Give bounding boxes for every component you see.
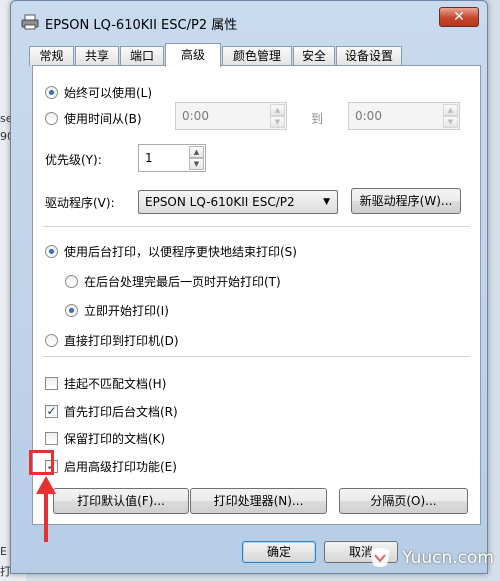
- start-after-last-page-radio[interactable]: [65, 275, 78, 288]
- watermark-logo-icon: [369, 548, 390, 567]
- to-time-field[interactable]: 0:00 ▲ ▼: [348, 102, 460, 130]
- tab-security[interactable]: 安全: [293, 46, 335, 66]
- tab-sharing[interactable]: 共享: [75, 46, 119, 66]
- from-time-field[interactable]: 0:00 ▲ ▼: [175, 102, 287, 130]
- spool-label: 使用后台打印，以便程序更快地结束打印(S): [64, 245, 297, 259]
- spin-up-icon[interactable]: ▲: [189, 146, 204, 158]
- spool-option[interactable]: 使用后台打印，以便程序更快地结束打印(S): [45, 243, 297, 260]
- divider: [43, 356, 470, 357]
- tab-color-management[interactable]: 颜色管理: [222, 46, 292, 66]
- annotation-highlight-box: [29, 450, 54, 475]
- spin-up-icon[interactable]: ▲: [270, 104, 285, 116]
- priority-label: 优先级(Y):: [45, 153, 102, 167]
- hold-mismatched-option[interactable]: 挂起不匹配文档(H): [45, 375, 166, 392]
- keep-printed-label: 保留打印的文档(K): [64, 432, 166, 446]
- driver-label: 驱动程序(V):: [45, 196, 115, 210]
- watermark: Yuucn.com: [367, 547, 494, 569]
- from-time-value: 0:00: [182, 109, 209, 123]
- close-icon: ✕: [453, 9, 465, 25]
- spooled-first-checkbox[interactable]: ✓: [45, 405, 58, 418]
- available-from-label: 使用时间从(B): [64, 112, 142, 126]
- watermark-text: Yuucn.com: [402, 548, 494, 568]
- spin-down-icon[interactable]: ▼: [189, 158, 204, 170]
- printer-icon: [21, 14, 39, 30]
- spool-radio[interactable]: [45, 245, 58, 258]
- printer-properties-dialog: EPSON LQ-610KII ESC/P2 属性 ✕ 常规 共享 端口 高级 …: [10, 0, 488, 574]
- close-button[interactable]: ✕: [439, 7, 479, 27]
- start-after-last-page-label: 在后台处理完最后一页时开始打印(T): [84, 275, 281, 289]
- keep-printed-option[interactable]: 保留打印的文档(K): [45, 430, 165, 447]
- available-from-option[interactable]: 使用时间从(B): [45, 110, 142, 127]
- hold-mismatched-label: 挂起不匹配文档(H): [64, 377, 167, 391]
- tab-advanced[interactable]: 高级: [165, 43, 221, 67]
- tab-device-settings[interactable]: 设备设置: [336, 46, 402, 66]
- print-direct-radio[interactable]: [45, 334, 58, 347]
- priority-value: 1: [145, 151, 153, 165]
- start-immediately-radio[interactable]: [65, 304, 78, 317]
- spooled-first-label: 首先打印后台文档(R): [64, 405, 178, 419]
- new-driver-button[interactable]: 新驱动程序(W)...: [351, 188, 461, 214]
- annotation-arrow-shaft: [44, 490, 48, 542]
- spin-down-icon[interactable]: ▼: [270, 116, 285, 128]
- driver-selected-value: EPSON LQ-610KII ESC/P2: [145, 195, 295, 209]
- title-bar[interactable]: EPSON LQ-610KII ESC/P2 属性 ✕: [11, 1, 487, 39]
- tab-ports[interactable]: 端口: [120, 46, 164, 66]
- available-from-radio[interactable]: [45, 112, 58, 125]
- to-time-value: 0:00: [355, 109, 382, 123]
- printing-defaults-button[interactable]: 打印默认值(F)...: [53, 488, 189, 514]
- keep-printed-checkbox[interactable]: [45, 432, 58, 445]
- always-available-label: 始终可以使用(L): [64, 86, 153, 100]
- separator-page-button[interactable]: 分隔页(O)...: [339, 488, 468, 514]
- spin-down-icon[interactable]: ▼: [443, 116, 458, 128]
- hold-mismatched-checkbox[interactable]: [45, 377, 58, 390]
- tab-general[interactable]: 常规: [29, 46, 74, 66]
- ok-button[interactable]: 确定: [242, 541, 316, 563]
- print-processor-button[interactable]: 打印处理器(N)...: [190, 488, 327, 514]
- priority-spinner[interactable]: ▲ ▼: [189, 146, 204, 170]
- print-direct-label: 直接打印到打印机(D): [64, 334, 179, 348]
- window-title: EPSON LQ-610KII ESC/P2 属性: [45, 18, 238, 33]
- background-text: E: [0, 545, 7, 558]
- to-time-spinner[interactable]: ▲ ▼: [443, 104, 458, 128]
- divider: [43, 226, 470, 227]
- start-immediately-label: 立即开始打印(I): [84, 304, 169, 318]
- advanced-tab-panel: 始终可以使用(L) 使用时间从(B) 0:00 ▲ ▼ 到 0:00 ▲ ▼ 优…: [32, 65, 481, 525]
- priority-field[interactable]: 1 ▲ ▼: [138, 144, 206, 172]
- to-label: 到: [311, 112, 324, 126]
- start-after-last-page-option[interactable]: 在后台处理完最后一页时开始打印(T): [65, 273, 281, 290]
- advanced-features-option[interactable]: ✓ 启用高级打印功能(E): [45, 458, 177, 475]
- spooled-first-option[interactable]: ✓ 首先打印后台文档(R): [45, 403, 178, 420]
- chevron-down-icon: ▼: [323, 197, 330, 207]
- spin-up-icon[interactable]: ▲: [443, 104, 458, 116]
- always-available-radio[interactable]: [45, 86, 58, 99]
- from-time-spinner[interactable]: ▲ ▼: [270, 104, 285, 128]
- driver-select[interactable]: EPSON LQ-610KII ESC/P2 ▼: [138, 190, 338, 214]
- print-direct-option[interactable]: 直接打印到打印机(D): [45, 332, 179, 349]
- start-immediately-option[interactable]: 立即开始打印(I): [65, 302, 169, 319]
- advanced-features-label: 启用高级打印功能(E): [64, 460, 177, 474]
- always-available-option[interactable]: 始终可以使用(L): [45, 84, 152, 101]
